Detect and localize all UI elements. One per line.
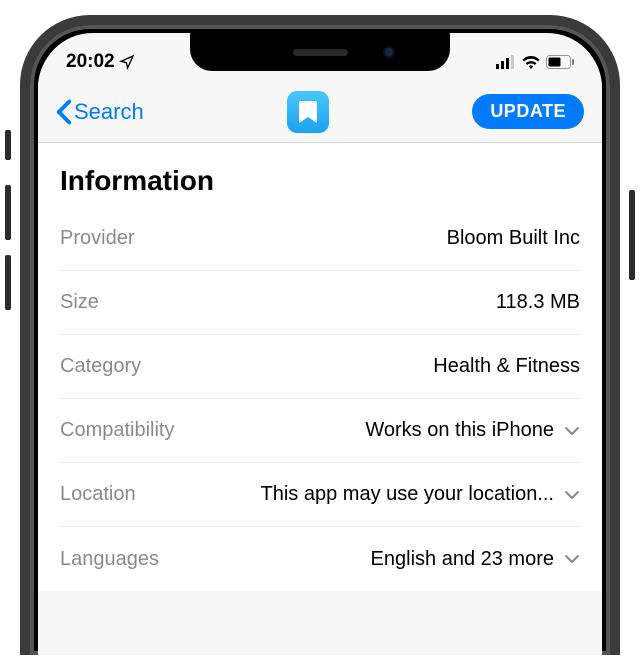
update-button[interactable]: UPDATE (472, 94, 584, 129)
mute-switch (5, 130, 11, 160)
compatibility-value: Works on this iPhone (365, 419, 554, 442)
back-button[interactable]: Search (56, 99, 144, 125)
row-location[interactable]: Location This app may use your location.… (60, 463, 580, 527)
provider-label: Provider (60, 227, 134, 250)
battery-icon (546, 55, 574, 69)
front-camera (383, 46, 395, 58)
chevron-down-icon (564, 490, 580, 500)
status-time: 20:02 (66, 51, 115, 73)
wifi-icon (521, 55, 541, 69)
app-icon[interactable] (287, 91, 329, 133)
compatibility-label: Compatibility (60, 419, 174, 442)
row-category: Category Health & Fitness (60, 335, 580, 399)
notch (190, 33, 450, 71)
volume-up-button (5, 185, 11, 240)
size-value: 118.3 MB (496, 291, 580, 314)
row-size: Size 118.3 MB (60, 271, 580, 335)
nav-bar: Search UPDATE (38, 81, 602, 143)
side-button (629, 190, 635, 280)
chevron-down-icon (564, 554, 580, 564)
section-title: Information (60, 165, 580, 197)
row-provider: Provider Bloom Built Inc (60, 207, 580, 271)
provider-value: Bloom Built Inc (447, 227, 580, 250)
back-label: Search (74, 99, 144, 125)
bookmark-icon (297, 99, 319, 125)
location-label: Location (60, 483, 136, 506)
location-value: This app may use your location... (261, 483, 554, 506)
languages-label: Languages (60, 548, 159, 571)
row-languages[interactable]: Languages English and 23 more (60, 527, 580, 591)
location-services-icon (119, 54, 135, 70)
screen: 20:02 Search (38, 33, 602, 655)
category-label: Category (60, 355, 141, 378)
category-value: Health & Fitness (433, 355, 580, 378)
phone-frame: 20:02 Search (20, 15, 620, 655)
size-label: Size (60, 291, 99, 314)
speaker-grille (293, 49, 348, 56)
cellular-signal-icon (496, 55, 516, 69)
volume-down-button (5, 255, 11, 310)
chevron-down-icon (564, 426, 580, 436)
information-section: Information Provider Bloom Built Inc Siz… (38, 143, 602, 591)
languages-value: English and 23 more (371, 548, 554, 571)
row-compatibility[interactable]: Compatibility Works on this iPhone (60, 399, 580, 463)
